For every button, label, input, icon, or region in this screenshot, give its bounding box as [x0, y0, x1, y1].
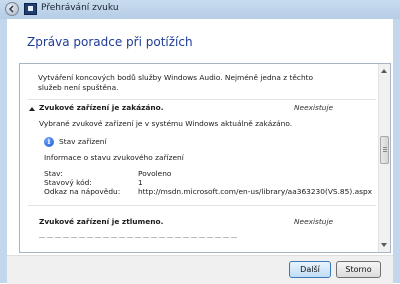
window-frame-right — [393, 19, 400, 283]
row-value-help-link[interactable]: http://msdn.microsoft.com/en-us/library/… — [138, 187, 372, 197]
report-panel: Vytváření koncových bodů služby Windows … — [19, 63, 391, 253]
button-bar: Další Storno — [7, 255, 393, 284]
issue-title-disabled[interactable]: Zvukové zařízení je zakázáno. — [39, 103, 164, 113]
issue-description: Vybrané zvukové zařízení je v systému Wi… — [39, 119, 293, 128]
separator — [28, 205, 376, 206]
device-status-link[interactable]: Stav zařízení — [59, 137, 107, 147]
grip-line — [383, 147, 387, 148]
back-button[interactable] — [5, 2, 19, 16]
scroll-down-icon[interactable] — [381, 243, 387, 247]
grip-line — [383, 151, 387, 152]
report-scrollbar[interactable] — [378, 64, 390, 252]
back-arrow-icon — [8, 5, 14, 13]
row-label-help: Odkaz na nápovědu: — [44, 187, 121, 196]
title-bar: Přehrávání zvuku — [0, 0, 400, 20]
issue-title-muted[interactable]: Zvukové zařízení je ztlumeno. — [39, 217, 163, 227]
intro-line-1: Vytváření koncových bodů služby Windows … — [38, 73, 314, 82]
dialog-client: Zpráva poradce při potížích Vytváření ko… — [7, 19, 393, 284]
scroll-up-icon[interactable] — [381, 69, 387, 73]
window-title: Přehrávání zvuku — [41, 3, 119, 13]
sound-app-icon — [24, 3, 37, 15]
intro-line-2: služeb není spuštěna. — [38, 83, 119, 92]
issue-status-disabled: Neexistuje — [294, 103, 334, 112]
dialog-heading: Zpráva poradce při potížích — [27, 35, 193, 49]
window-frame-left — [0, 19, 7, 283]
grip-line — [383, 149, 387, 150]
issue-description-cut — [39, 233, 239, 238]
row-value-status: Povoleno — [138, 169, 172, 178]
expand-collapse-icon[interactable] — [29, 107, 35, 111]
cancel-button[interactable]: Storno — [336, 261, 381, 278]
issue-status-muted: Neexistuje — [294, 217, 334, 226]
next-button[interactable]: Další — [289, 261, 331, 278]
device-status-info: Informace o stavu zvukového zařízení — [44, 153, 184, 162]
info-icon: i — [44, 137, 54, 147]
separator — [28, 99, 376, 100]
scroll-thumb[interactable] — [380, 136, 389, 164]
